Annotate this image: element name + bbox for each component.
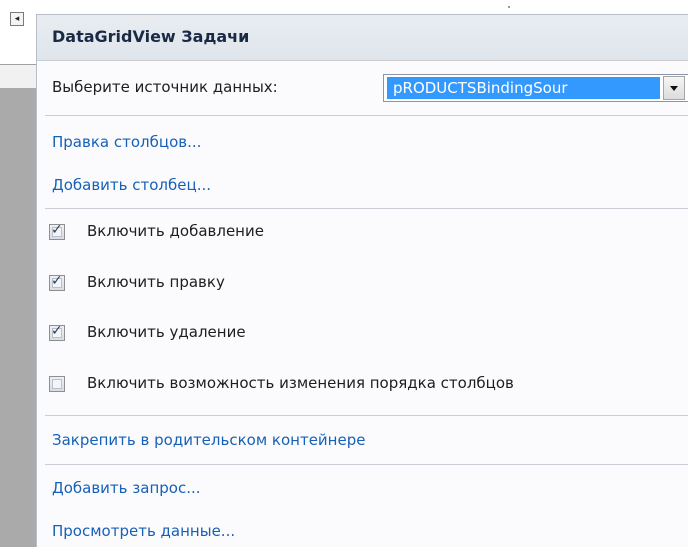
enable-column-reorder-label: Включить возможность изменения порядка с… — [87, 374, 514, 392]
checkmark-icon: ✓ — [51, 222, 63, 238]
enable-editing-label: Включить правку — [87, 273, 225, 291]
separator — [45, 415, 688, 416]
separator — [45, 208, 688, 209]
separator — [45, 464, 688, 465]
data-source-value[interactable]: pRODUCTSBindingSour — [387, 77, 660, 99]
designer-background-strip — [0, 65, 40, 88]
enable-deleting-label: Включить удаление — [87, 323, 246, 341]
enable-deleting-checkbox[interactable]: ✓ — [49, 323, 65, 341]
data-source-label: Выберите источник данных: — [52, 78, 278, 96]
dock-in-parent-link[interactable]: Закрепить в родительском контейнере — [52, 431, 365, 449]
add-column-link[interactable]: Добавить столбец... — [52, 176, 211, 194]
panel-header: DataGridView Задачи — [37, 15, 688, 61]
enable-column-reorder-checkbox[interactable] — [49, 376, 65, 392]
designer-surface: ◂ DataGridView Задачи Выберите источник … — [0, 0, 688, 547]
checkmark-icon: ✓ — [51, 273, 63, 289]
enable-editing-checkbox[interactable]: ✓ — [49, 273, 65, 291]
data-source-combobox[interactable]: pRODUCTSBindingSour — [383, 74, 688, 102]
designer-background — [0, 0, 40, 64]
panel-title: DataGridView Задачи — [52, 27, 250, 46]
enable-adding-checkbox[interactable]: ✓ — [49, 222, 65, 240]
separator — [45, 115, 688, 116]
add-query-link[interactable]: Добавить запрос... — [52, 479, 201, 497]
data-source-dropdown-button[interactable] — [663, 76, 685, 100]
checkmark-icon: ✓ — [51, 323, 63, 339]
preview-data-link[interactable]: Просмотреть данные... — [52, 522, 235, 540]
chevron-down-icon — [670, 86, 678, 91]
smart-tag-panel: DataGridView Задачи Выберите источник да… — [36, 14, 688, 547]
checkbox-box — [52, 379, 62, 389]
grid-background — [0, 88, 40, 547]
smart-tag-icon[interactable]: ◂ — [10, 12, 24, 26]
designer-dot — [508, 6, 510, 8]
enable-adding-label: Включить добавление — [87, 222, 264, 240]
edit-columns-link[interactable]: Правка столбцов... — [52, 133, 201, 151]
